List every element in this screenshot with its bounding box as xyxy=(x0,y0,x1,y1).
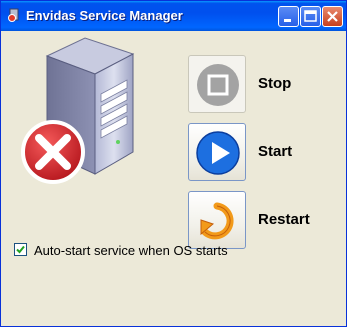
start-label: Start xyxy=(258,143,293,160)
restart-icon xyxy=(200,202,234,240)
window-title: Envidas Service Manager xyxy=(26,8,183,23)
stop-label: Stop xyxy=(258,75,292,92)
autostart-label[interactable]: Auto-start service when OS starts xyxy=(34,243,228,258)
autostart-checkbox[interactable] xyxy=(14,243,27,256)
close-icon xyxy=(327,11,338,22)
checkmark-icon xyxy=(16,245,25,254)
close-button[interactable] xyxy=(322,6,343,27)
stop-icon xyxy=(197,64,239,106)
minimize-icon xyxy=(284,19,291,22)
restart-button[interactable] xyxy=(188,191,246,249)
server-stopped-icon xyxy=(21,37,135,184)
app-window: Envidas Service Manager Stop Start Resta… xyxy=(0,0,347,327)
maximize-icon xyxy=(304,10,317,22)
restart-label: Restart xyxy=(258,211,310,228)
maximize-button[interactable] xyxy=(300,6,321,27)
title-bar[interactable]: Envidas Service Manager xyxy=(1,1,346,31)
stop-button[interactable] xyxy=(188,55,246,113)
app-icon xyxy=(8,8,19,22)
minimize-button[interactable] xyxy=(278,6,299,27)
start-button[interactable] xyxy=(188,123,246,181)
play-icon xyxy=(196,131,240,175)
